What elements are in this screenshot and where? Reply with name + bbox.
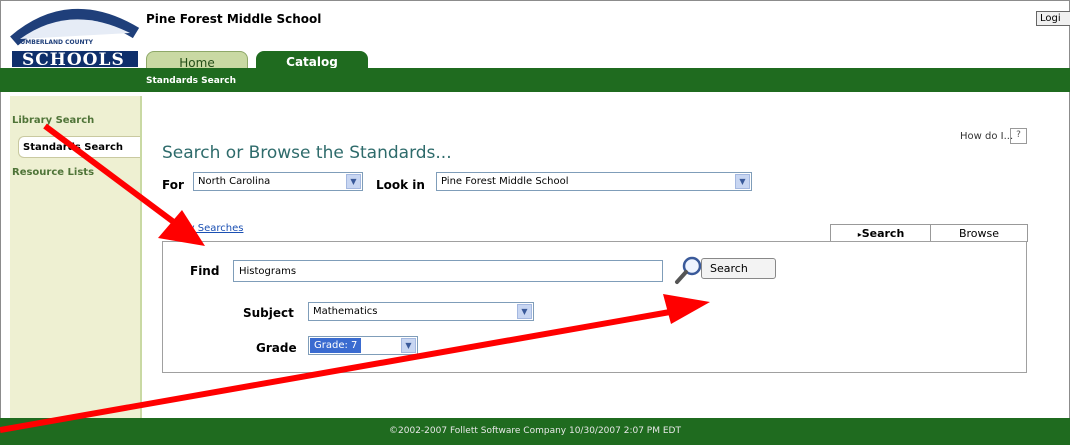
grade-label: Grade — [256, 341, 297, 355]
school-name: Pine Forest Middle School — [146, 12, 322, 26]
sidebar-item-library-search[interactable]: Library Search — [12, 110, 139, 132]
look-in-label: Look in — [376, 178, 425, 192]
look-in-select-value: Pine Forest Middle School — [441, 176, 569, 187]
grade-select[interactable]: Grade: 7 ▼ — [308, 336, 418, 355]
tab-browse[interactable]: Browse — [930, 224, 1028, 242]
find-label: Find — [190, 264, 220, 278]
chevron-down-icon: ▼ — [735, 174, 750, 189]
search-icon[interactable] — [674, 255, 704, 285]
subject-label: Subject — [243, 306, 294, 320]
footer: ©2002-2007 Follett Software Company 10/3… — [0, 418, 1070, 445]
logo-text: SCHOOLS — [22, 50, 125, 70]
page-title: Search or Browse the Standards... — [162, 143, 452, 163]
for-select-value: North Carolina — [198, 176, 271, 187]
chevron-down-icon: ▼ — [401, 338, 416, 353]
help-text[interactable]: How do I... — [960, 131, 1013, 142]
chevron-down-icon: ▼ — [517, 304, 532, 319]
school-system-logo[interactable]: CUMBERLAND COUNTY SCHOOLS — [10, 3, 140, 70]
subnav-standards-search[interactable]: Standards Search — [146, 76, 236, 86]
logo-subtext: CUMBERLAND COUNTY — [16, 39, 93, 46]
my-searches-link[interactable]: My Searches — [180, 223, 243, 234]
sidebar-item-resource-lists[interactable]: Resource Lists — [12, 162, 139, 184]
search-button[interactable]: Search — [701, 258, 776, 279]
login-button[interactable]: Logi — [1036, 11, 1070, 26]
look-in-select[interactable]: Pine Forest Middle School ▼ — [436, 172, 752, 191]
tab-search-label: Search — [861, 227, 905, 240]
find-input[interactable]: Histograms — [233, 260, 663, 282]
for-select[interactable]: North Carolina ▼ — [193, 172, 363, 191]
help-button[interactable]: ? — [1010, 128, 1027, 144]
subject-select[interactable]: Mathematics ▼ — [308, 302, 534, 321]
chevron-down-icon: ▼ — [346, 174, 361, 189]
grade-select-value: Grade: 7 — [310, 338, 362, 353]
subject-select-value: Mathematics — [313, 306, 378, 317]
for-label: For — [162, 178, 184, 192]
sidebar-item-standards-search[interactable]: Standards Search — [18, 136, 140, 158]
tab-search[interactable]: ▸Search — [830, 224, 932, 242]
